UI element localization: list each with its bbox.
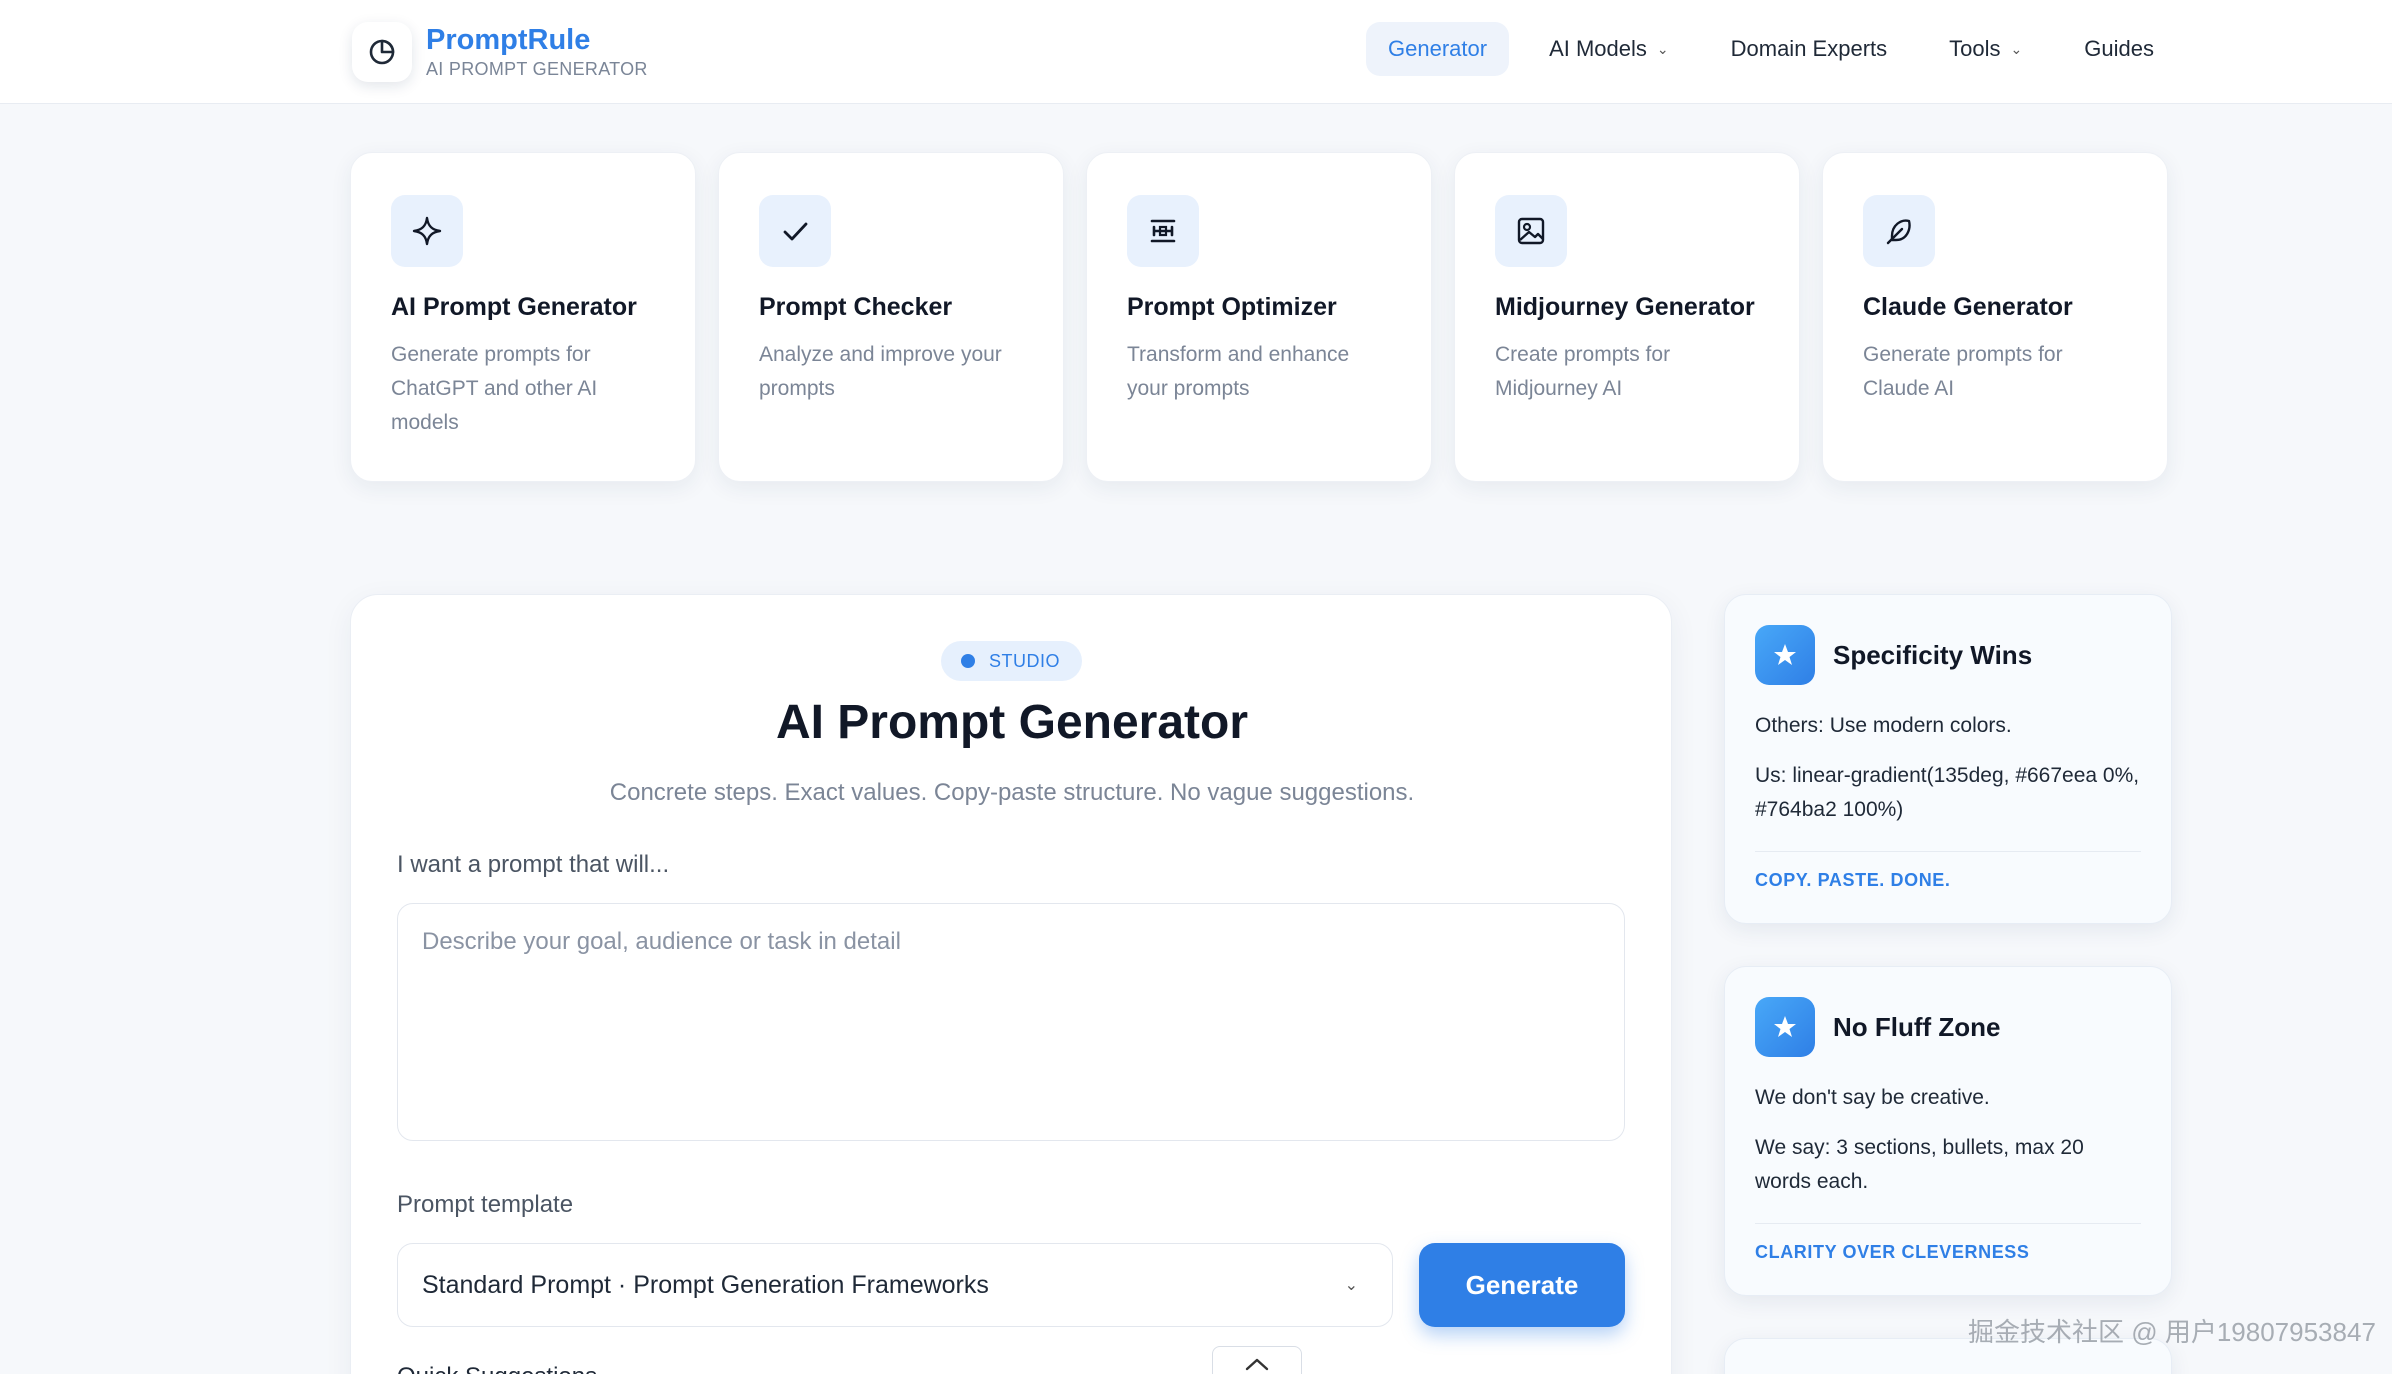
generate-button[interactable]: Generate — [1419, 1243, 1625, 1327]
quick-suggestions-label: Quick Suggestions — [397, 1363, 597, 1374]
tool-card-ai-prompt-generator[interactable]: AI Prompt Generator Generate prompts for… — [350, 152, 696, 482]
tip-title: No Fluff Zone — [1833, 1011, 2001, 1042]
nav-guides[interactable]: Guides — [2062, 22, 2176, 76]
brand[interactable]: PromptRule AI PROMPT GENERATOR — [352, 22, 648, 82]
goal-label: I want a prompt that will... — [397, 851, 670, 878]
card-title: AI Prompt Generator — [391, 293, 637, 321]
nav-ai-models[interactable]: AI Models ⌄ — [1527, 22, 1691, 76]
page-subtitle: Concrete steps. Exact values. Copy-paste… — [609, 779, 1415, 806]
feather-icon — [1863, 195, 1935, 267]
template-select[interactable]: Standard Prompt · Prompt Generation Fram… — [397, 1243, 1393, 1327]
tip-line: We don't say be creative. — [1755, 1086, 1990, 1109]
card-desc: Transform and enhance your prompts — [1127, 343, 1350, 400]
card-desc: Create prompts for Midjourney AI — [1495, 343, 1671, 400]
site-header: PromptRule AI PROMPT GENERATOR Generator… — [0, 0, 2392, 104]
sparkle-icon — [391, 195, 463, 267]
tool-card-midjourney-generator[interactable]: Midjourney Generator Create prompts for … — [1454, 152, 1800, 482]
main-nav: Generator AI Models ⌄ Domain Experts Tool… — [1366, 22, 2194, 76]
check-icon — [759, 195, 831, 267]
tip-card-specificity: Specificity Wins Others: Use modern colo… — [1724, 594, 2172, 924]
badge-label: STUDIO — [989, 650, 1061, 671]
star-icon — [1755, 625, 1815, 685]
tip-title: Specificity Wins — [1833, 639, 2033, 670]
nav-domain-experts[interactable]: Domain Experts — [1709, 22, 1910, 76]
tool-card-prompt-optimizer[interactable]: Prompt Optimizer Transform and enhance y… — [1086, 152, 1432, 482]
card-title: Midjourney Generator — [1495, 293, 1755, 321]
nav-label: AI Models — [1549, 36, 1647, 61]
tip-line: We say: 3 sections, bullets, max 20 word… — [1755, 1136, 2084, 1193]
brand-name: PromptRule — [426, 24, 591, 56]
page-title: AI Prompt Generator — [775, 696, 1249, 749]
template-label: Prompt template — [397, 1191, 574, 1218]
goal-input[interactable] — [397, 903, 1625, 1141]
scroll-to-top-button[interactable] — [1212, 1346, 1302, 1374]
card-title: Claude Generator — [1863, 293, 2073, 321]
chevron-down-icon: ⌄ — [1656, 40, 1669, 57]
nav-label: Domain Experts — [1730, 36, 1888, 61]
logo-icon — [352, 22, 412, 82]
brand-tagline: AI PROMPT GENERATOR — [426, 59, 648, 79]
tool-cards: AI Prompt Generator Generate prompts for… — [350, 152, 2190, 482]
card-title: Prompt Checker — [759, 293, 953, 321]
chevron-down-icon: ⌄ — [1344, 1277, 1358, 1294]
card-title: Prompt Optimizer — [1127, 293, 1337, 321]
star-icon — [1755, 997, 1815, 1057]
image-icon — [1495, 195, 1567, 267]
nav-generator[interactable]: Generator — [1366, 22, 1510, 76]
template-value: Standard Prompt · Prompt Generation Fram… — [422, 1270, 989, 1299]
chevron-down-icon: ⌄ — [2010, 40, 2023, 57]
dot-icon — [961, 654, 975, 668]
tip-line: Us: linear-gradient(135deg, #667eea 0%, … — [1755, 764, 2140, 821]
chevron-up-icon — [1244, 1356, 1270, 1374]
nav-label: Generator — [1388, 36, 1488, 61]
card-desc: Analyze and improve your prompts — [759, 343, 1002, 400]
nav-label: Tools — [1949, 36, 2001, 61]
tip-footer: COPY. PASTE. DONE. — [1755, 851, 2141, 891]
tip-line: Others: Use modern colors. — [1755, 714, 2012, 737]
studio-panel: STUDIO AI Prompt Generator Concrete step… — [350, 594, 1672, 1374]
optimize-icon — [1127, 195, 1199, 267]
card-desc: Generate prompts for ChatGPT and other A… — [391, 343, 598, 434]
tip-card-no-fluff: No Fluff Zone We don't say be creative. … — [1724, 966, 2172, 1296]
watermark: 掘金技术社区 @ 用户19807953847 — [1968, 1317, 2376, 1347]
tip-footer: CLARITY OVER CLEVERNESS — [1755, 1223, 2141, 1263]
nav-tools[interactable]: Tools ⌄ — [1927, 22, 2044, 76]
nav-label: Guides — [2084, 36, 2154, 61]
studio-badge: STUDIO — [941, 641, 1083, 681]
card-desc: Generate prompts for Claude AI — [1863, 343, 2063, 400]
tool-card-prompt-checker[interactable]: Prompt Checker Analyze and improve your … — [718, 152, 1064, 482]
tool-card-claude-generator[interactable]: Claude Generator Generate prompts for Cl… — [1822, 152, 2168, 482]
